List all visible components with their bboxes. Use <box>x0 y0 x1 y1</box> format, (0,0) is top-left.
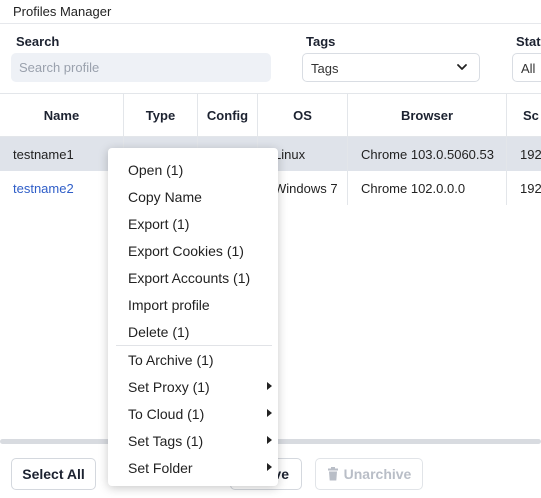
menu-item-label: Set Proxy (1) <box>128 378 210 395</box>
title-bar: Profiles Manager <box>0 0 541 24</box>
tags-select-value: Tags <box>311 61 339 76</box>
status-select[interactable]: All <box>512 53 541 82</box>
menu-item-label: Export Cookies (1) <box>128 242 244 259</box>
unarchive-button-label: Unarchive <box>343 466 412 482</box>
submenu-arrow-icon <box>267 463 272 471</box>
column-header-browser[interactable]: Browser <box>348 94 507 136</box>
column-header-name[interactable]: Name <box>0 94 124 136</box>
menu-item-set-tags[interactable]: Set Tags (1) <box>108 427 278 454</box>
column-header-extra[interactable]: Sc <box>507 94 541 136</box>
context-menu: Open (1) Copy Name Export (1) Export Coo… <box>108 148 278 486</box>
menu-item-export-accounts[interactable]: Export Accounts (1) <box>108 264 278 291</box>
profile-name[interactable]: testname1 <box>0 137 124 171</box>
status-label: Stat <box>516 34 541 49</box>
menu-item-label: Export (1) <box>128 215 190 232</box>
menu-item-set-folder[interactable]: Set Folder <box>108 454 278 481</box>
menu-item-export[interactable]: Export (1) <box>108 210 278 237</box>
column-header-os[interactable]: OS <box>258 94 348 136</box>
menu-item-label: Copy Name <box>128 188 202 205</box>
submenu-arrow-icon <box>267 409 272 417</box>
profile-browser: Chrome 102.0.0.0 <box>348 171 507 205</box>
submenu-arrow-icon <box>267 436 272 444</box>
table-header: Name Type Config OS Browser Sc <box>0 93 541 137</box>
menu-item-label: To Archive (1) <box>128 351 214 368</box>
menu-item-label: Open (1) <box>128 161 184 178</box>
menu-item-label: Export Accounts (1) <box>128 269 251 286</box>
profile-extra: 192 <box>520 146 541 162</box>
column-header-type[interactable]: Type <box>124 94 198 136</box>
profile-extra: 192 <box>520 180 541 196</box>
tags-select[interactable]: Tags <box>302 53 480 82</box>
search-input[interactable] <box>11 53 271 82</box>
menu-item-label: To Cloud (1) <box>128 405 205 422</box>
menu-item-to-cloud[interactable]: To Cloud (1) <box>108 400 278 427</box>
menu-item-label: Set Tags (1) <box>128 432 204 449</box>
chevron-down-icon <box>457 64 467 70</box>
profile-name[interactable]: testname2 <box>0 171 124 205</box>
column-header-config[interactable]: Config <box>198 94 258 136</box>
status-select-value: All <box>521 61 536 76</box>
menu-item-copy-name[interactable]: Copy Name <box>108 183 278 210</box>
menu-item-label: Delete (1) <box>128 323 190 340</box>
menu-item-to-archive[interactable]: To Archive (1) <box>108 346 278 373</box>
tags-label: Tags <box>306 34 336 49</box>
menu-item-import-profile[interactable]: Import profile <box>108 291 278 318</box>
menu-item-delete[interactable]: Delete (1) <box>108 318 278 345</box>
unarchive-button[interactable]: Unarchive <box>315 458 423 490</box>
menu-item-export-cookies[interactable]: Export Cookies (1) <box>108 237 278 264</box>
menu-item-label: Set Folder <box>128 459 193 476</box>
window-title: Profiles Manager <box>13 4 112 19</box>
select-all-button[interactable]: Select All <box>11 458 96 490</box>
profile-browser: Chrome 103.0.5060.53 <box>348 137 507 171</box>
submenu-arrow-icon <box>267 382 272 390</box>
search-label: Search <box>16 34 60 49</box>
menu-item-set-proxy[interactable]: Set Proxy (1) <box>108 373 278 400</box>
menu-item-label: Import profile <box>128 296 210 313</box>
trash-icon <box>327 467 338 481</box>
menu-item-open[interactable]: Open (1) <box>108 156 278 183</box>
